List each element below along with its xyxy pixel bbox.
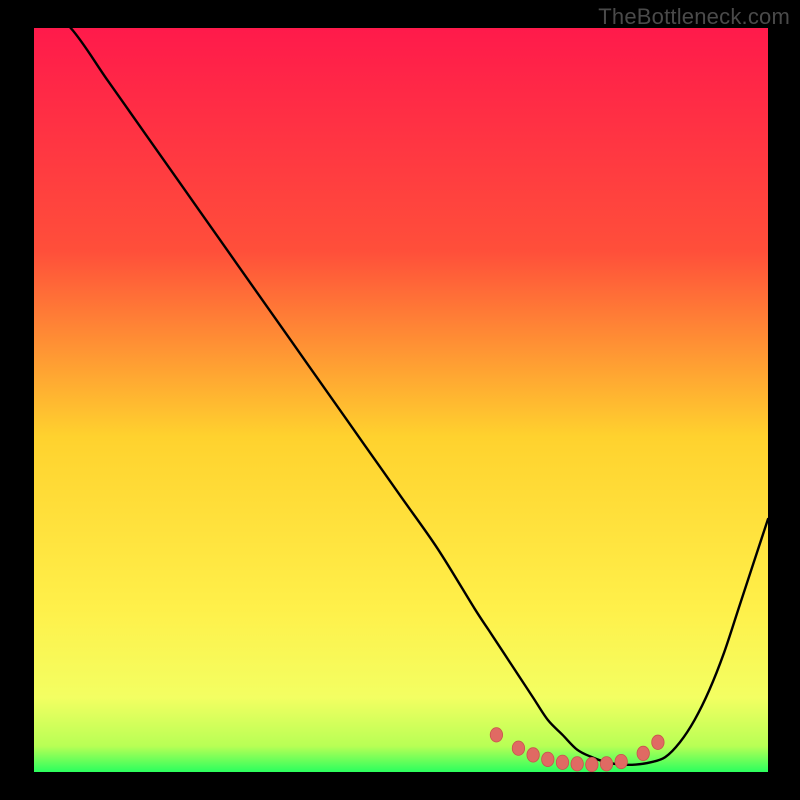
marker-dot (586, 757, 598, 771)
marker-dot (637, 746, 649, 760)
marker-dot (600, 757, 612, 771)
attribution-text: TheBottleneck.com (598, 4, 790, 30)
marker-dot (527, 748, 539, 762)
marker-dot (490, 728, 502, 742)
marker-dot (571, 757, 583, 771)
marker-dot (615, 754, 627, 768)
chart-svg (34, 28, 768, 772)
chart-plot-area (34, 28, 768, 772)
marker-dot (512, 741, 524, 755)
gradient-background (34, 28, 768, 772)
marker-dot (542, 752, 554, 766)
marker-dot (556, 755, 568, 769)
marker-dot (652, 735, 664, 749)
